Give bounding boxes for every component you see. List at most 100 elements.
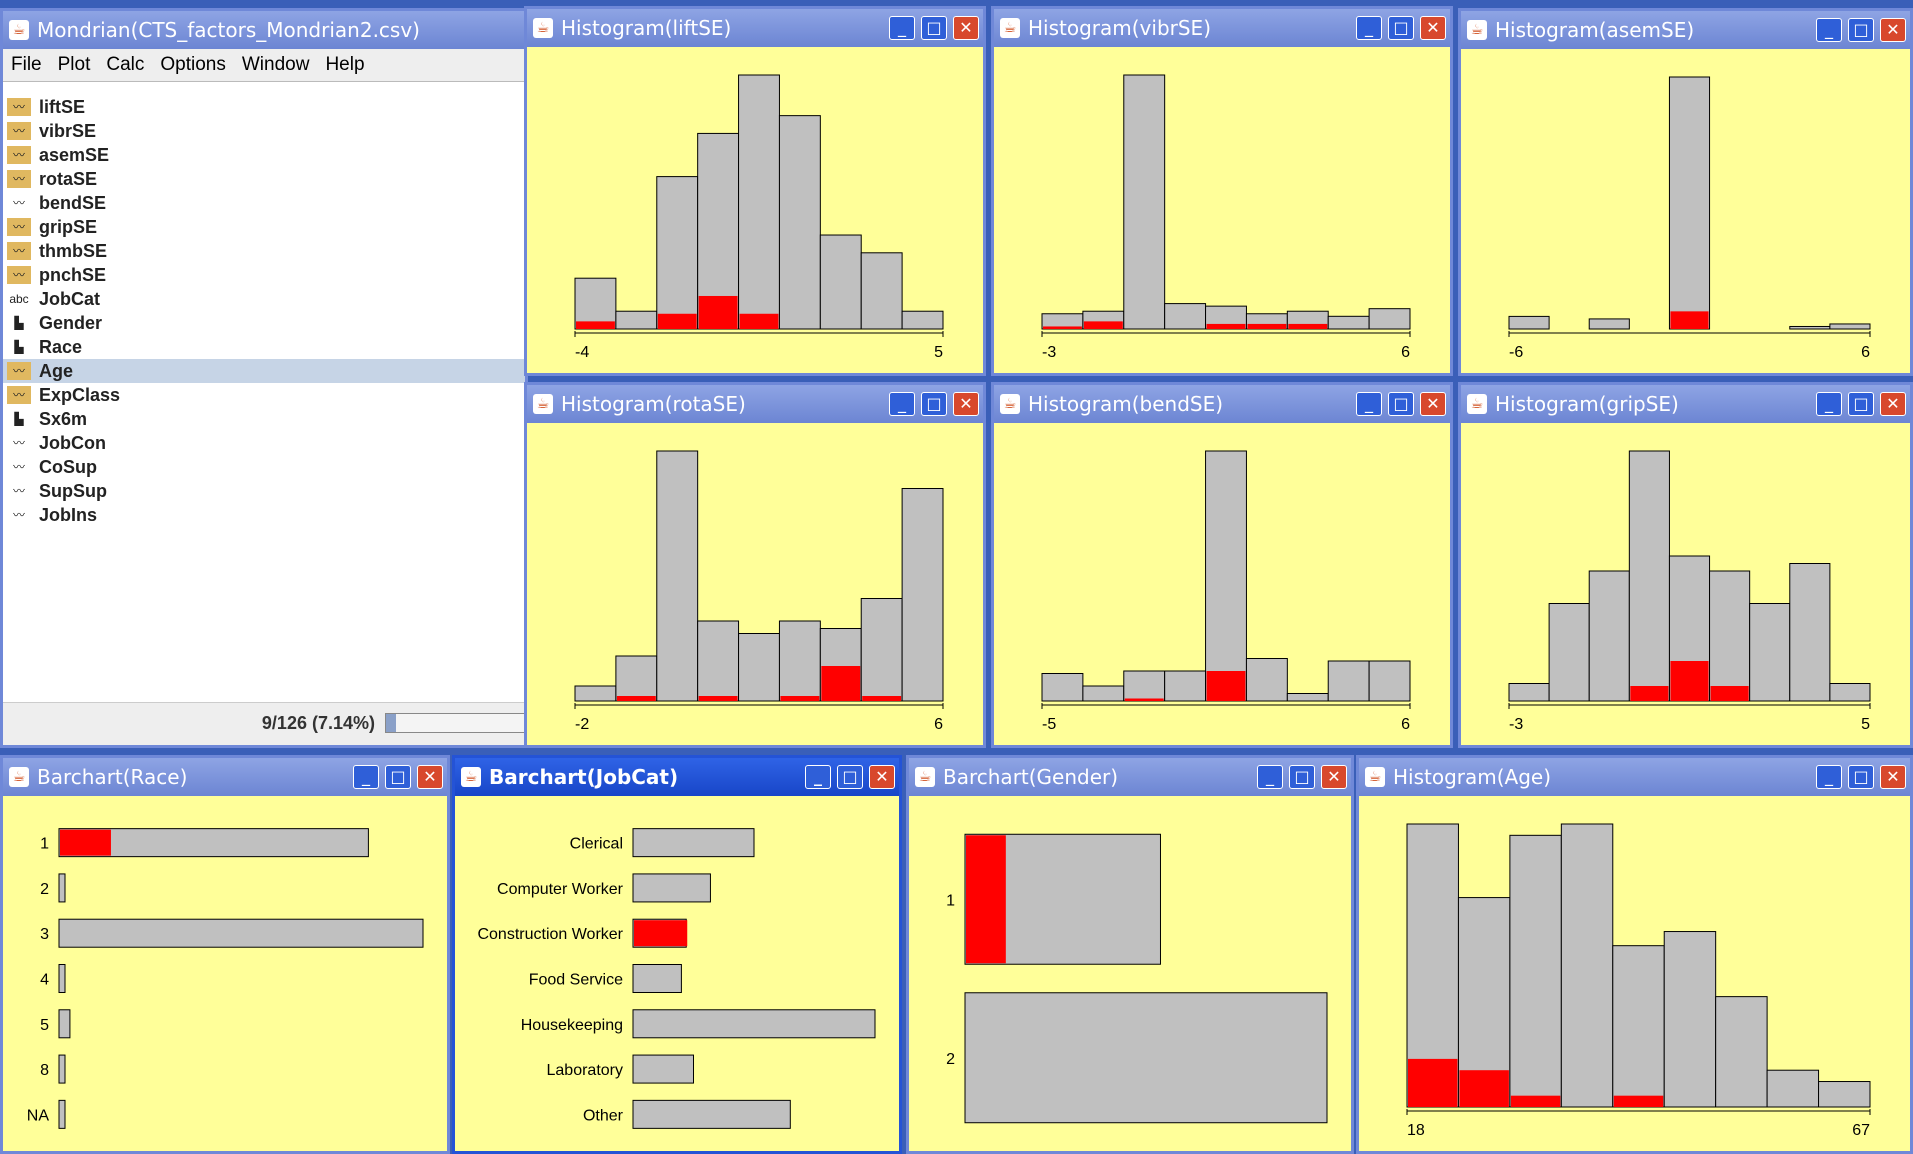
window-barchart-jobcat: ☕ Barchart(JobCat) _ □ ✕ Clerical Computer W… xyxy=(452,755,902,1154)
variable-item[interactable]: 〰 gripSE xyxy=(3,215,525,239)
plot-gender[interactable]: 12 xyxy=(909,796,1351,1151)
variable-item[interactable]: 〰 vibrSE xyxy=(3,119,525,143)
plot-gripse[interactable]: -3 5 xyxy=(1461,423,1910,745)
variable-item[interactable]: 〰 SupSup xyxy=(3,479,525,503)
histogram-bar xyxy=(1368,308,1411,330)
variable-item[interactable]: 〰 bendSE xyxy=(3,191,525,215)
category-label: 5 xyxy=(40,1017,49,1034)
line-chart-icon: 〰 xyxy=(7,362,31,380)
bar xyxy=(58,1054,66,1084)
close-button[interactable]: ✕ xyxy=(1420,16,1446,40)
close-button[interactable]: ✕ xyxy=(1880,18,1906,42)
line-chart-icon: 〰 xyxy=(12,196,25,210)
maximize-button[interactable]: □ xyxy=(921,392,947,416)
titlebar-gripse[interactable]: ☕ Histogram(gripSE) _ □ ✕ xyxy=(1461,385,1910,423)
close-button[interactable]: ✕ xyxy=(1880,392,1906,416)
close-button[interactable]: ✕ xyxy=(417,765,443,789)
titlebar-age[interactable]: ☕ Histogram(Age) _ □ ✕ xyxy=(1359,758,1910,796)
titlebar-race[interactable]: ☕ Barchart(Race) _ □ ✕ xyxy=(3,758,447,796)
title-asemse: Histogram(asemSE) xyxy=(1495,18,1695,42)
category-label: 3 xyxy=(40,926,49,943)
category-label: Clerical xyxy=(570,836,623,853)
menu-options[interactable]: Options xyxy=(152,49,233,76)
variable-item[interactable]: ▙ Gender xyxy=(3,311,525,335)
variable-item[interactable]: abc JobCat xyxy=(3,287,525,311)
minimize-button[interactable]: _ xyxy=(889,392,915,416)
plot-rotase[interactable]: -2 6 xyxy=(527,423,983,745)
minimize-button[interactable]: _ xyxy=(1816,392,1842,416)
variable-item[interactable]: 〰 pnchSE xyxy=(3,263,525,287)
titlebar-asemse[interactable]: ☕ Histogram(asemSE) _ □ ✕ xyxy=(1461,11,1910,49)
bar-chart-icon: ▙ xyxy=(14,340,24,354)
plot-asemse[interactable]: -6 6 xyxy=(1461,49,1910,373)
close-button[interactable]: ✕ xyxy=(953,16,979,40)
close-button[interactable]: ✕ xyxy=(869,765,895,789)
bar xyxy=(58,1009,71,1039)
line-chart-icon: 〰 xyxy=(7,386,31,404)
minimize-button[interactable]: _ xyxy=(1816,18,1842,42)
menu-file[interactable]: File xyxy=(3,49,50,76)
chart-svg: -3 6 xyxy=(1041,74,1411,361)
titlebar-vibrse[interactable]: ☕ Histogram(vibrSE) _ □ ✕ xyxy=(994,9,1450,47)
selected-bar-segment xyxy=(1083,321,1123,329)
maximize-button[interactable]: □ xyxy=(921,16,947,40)
minimize-button[interactable]: _ xyxy=(805,765,831,789)
variable-item[interactable]: 〰 liftSE xyxy=(3,95,525,119)
minimize-button[interactable]: _ xyxy=(1356,392,1382,416)
maximize-button[interactable]: □ xyxy=(1848,765,1874,789)
maximize-button[interactable]: □ xyxy=(1848,18,1874,42)
maximize-button[interactable]: □ xyxy=(385,765,411,789)
close-button[interactable]: ✕ xyxy=(1880,765,1906,789)
x-min-label: -2 xyxy=(575,716,589,733)
maximize-button[interactable]: □ xyxy=(1848,392,1874,416)
minimize-button[interactable]: _ xyxy=(889,16,915,40)
maximize-button[interactable]: □ xyxy=(837,765,863,789)
plot-bendse[interactable]: -5 6 xyxy=(994,423,1450,745)
variable-item[interactable]: 〰 Age xyxy=(3,359,525,383)
main-titlebar[interactable]: ☕ Mondrian(CTS_factors_Mondrian2.csv) xyxy=(3,11,525,49)
variable-item[interactable]: 〰 ExpClass xyxy=(3,383,525,407)
close-button[interactable]: ✕ xyxy=(1321,765,1347,789)
minimize-button[interactable]: _ xyxy=(353,765,379,789)
category-label: 1 xyxy=(946,892,955,909)
variable-label: JobIns xyxy=(39,505,98,525)
menu-window[interactable]: Window xyxy=(234,49,318,76)
plot-jobcat[interactable]: Clerical Computer Worker Construction Work… xyxy=(455,796,899,1151)
variable-item[interactable]: 〰 JobCon xyxy=(3,431,525,455)
java-icon: ☕ xyxy=(1000,394,1020,414)
plot-age[interactable]: 18 67 xyxy=(1359,796,1910,1151)
close-button[interactable]: ✕ xyxy=(1420,392,1446,416)
menu-plot[interactable]: Plot xyxy=(50,49,99,76)
variable-item[interactable]: 〰 asemSE xyxy=(3,143,525,167)
titlebar-jobcat[interactable]: ☕ Barchart(JobCat) _ □ ✕ xyxy=(455,758,899,796)
plot-liftse[interactable]: -4 5 xyxy=(527,47,983,373)
variable-item[interactable]: 〰 thmbSE xyxy=(3,239,525,263)
titlebar-rotase[interactable]: ☕ Histogram(rotaSE) _ □ ✕ xyxy=(527,385,983,423)
minimize-button[interactable]: _ xyxy=(1816,765,1842,789)
title-age: Histogram(Age) xyxy=(1393,765,1552,789)
variable-label: CoSup xyxy=(39,457,97,477)
minimize-button[interactable]: _ xyxy=(1356,16,1382,40)
histogram-bar xyxy=(738,74,780,330)
minimize-button[interactable]: _ xyxy=(1257,765,1283,789)
variable-item[interactable]: ▙ Race xyxy=(3,335,525,359)
variable-item[interactable]: 〰 JobIns xyxy=(3,503,525,527)
variable-item[interactable]: ▙ Sx6m xyxy=(3,407,525,431)
menu-calc[interactable]: Calc xyxy=(98,49,152,76)
plot-vibrse[interactable]: -3 6 xyxy=(994,47,1450,373)
titlebar-liftse[interactable]: ☕ Histogram(liftSE) _ □ ✕ xyxy=(527,9,983,47)
maximize-button[interactable]: □ xyxy=(1388,392,1414,416)
plot-race[interactable]: 1 2 3 4 5 8 NA xyxy=(3,796,447,1151)
maximize-button[interactable]: □ xyxy=(1289,765,1315,789)
histogram-bar xyxy=(1327,660,1370,702)
histogram-bar xyxy=(1509,834,1562,1108)
maximize-button[interactable]: □ xyxy=(1388,16,1414,40)
menu-help[interactable]: Help xyxy=(317,49,372,76)
chart-svg: -6 6 xyxy=(1508,76,1871,361)
close-button[interactable]: ✕ xyxy=(953,392,979,416)
selected-bar-segment xyxy=(1247,323,1287,329)
variable-item[interactable]: 〰 CoSup xyxy=(3,455,525,479)
titlebar-bendse[interactable]: ☕ Histogram(bendSE) _ □ ✕ xyxy=(994,385,1450,423)
variable-item[interactable]: 〰 rotaSE xyxy=(3,167,525,191)
titlebar-gender[interactable]: ☕ Barchart(Gender) _ □ ✕ xyxy=(909,758,1351,796)
